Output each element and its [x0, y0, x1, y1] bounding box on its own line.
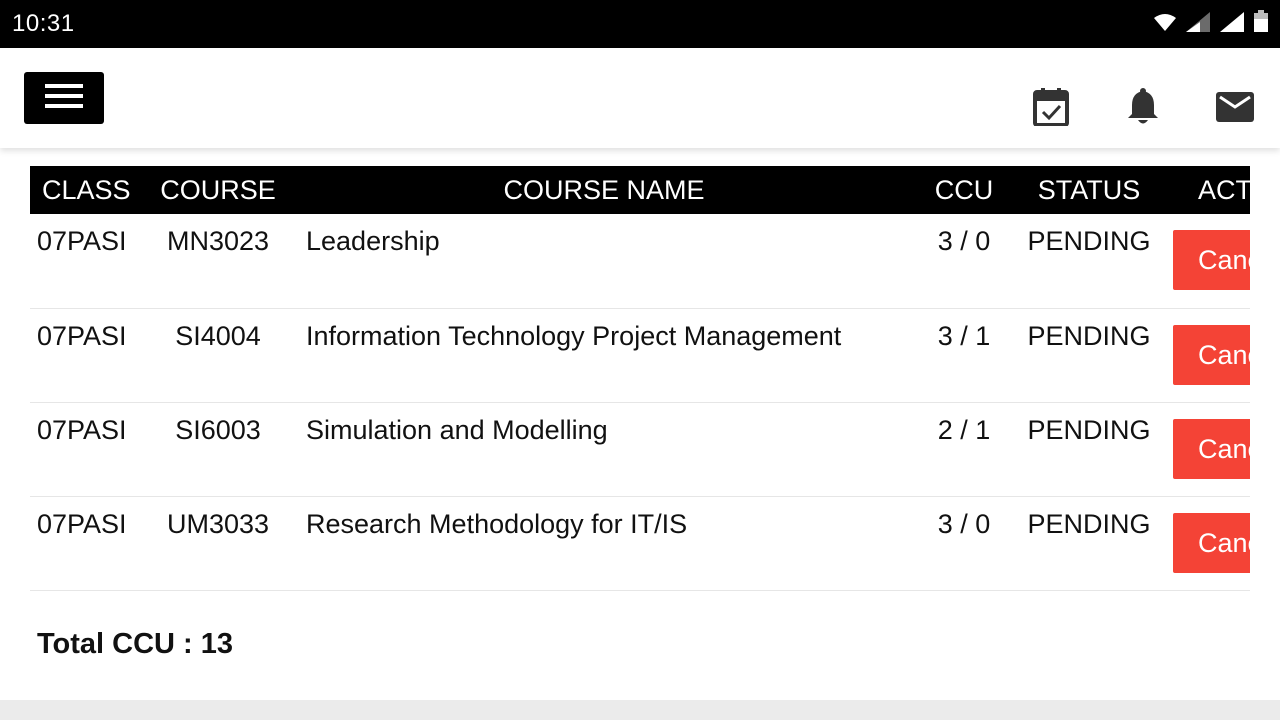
- header-course-name: COURSE NAME: [503, 174, 705, 205]
- status-cell: PENDING: [1027, 320, 1151, 351]
- header-course: COURSE: [160, 174, 276, 205]
- cancel-button[interactable]: Cancel: [1173, 418, 1250, 479]
- course-code-cell: SI4004: [175, 320, 261, 351]
- table-row: 07PASI MN3023 Leadership 3 / 0 PENDING C…: [30, 214, 1250, 309]
- mail-icon[interactable]: [1216, 86, 1254, 128]
- class-cell: 07PASI: [37, 320, 127, 351]
- signal-icon: [1186, 12, 1210, 32]
- table-header-row: CLASS COURSE COURSE NAME CCU STATUS ACTI…: [30, 166, 1250, 214]
- app-bar-actions: [1032, 86, 1254, 128]
- ccu-cell: 3 / 0: [937, 508, 991, 539]
- content-area: CLASS COURSE COURSE NAME CCU STATUS ACTI…: [0, 148, 1280, 700]
- course-name-cell: Leadership: [306, 226, 440, 256]
- course-code-cell: UM3033: [166, 508, 270, 539]
- ccu-cell: 2 / 1: [937, 414, 991, 445]
- signal-icon: [1220, 12, 1244, 32]
- course-name-cell: Research Methodology for IT/IS: [306, 508, 688, 539]
- table-row: 07PASI UM3033 Research Methodology for I…: [30, 496, 1250, 591]
- course-table-wrapper[interactable]: CLASS COURSE COURSE NAME CCU STATUS ACTI…: [30, 166, 1250, 591]
- total-ccu: Total CCU : 13: [37, 628, 234, 660]
- ccu-cell: 3 / 1: [937, 320, 991, 351]
- status-bar: 10:31: [0, 0, 1280, 48]
- wifi-icon: [1154, 14, 1176, 32]
- header-status: STATUS: [1037, 174, 1141, 205]
- status-cell: PENDING: [1027, 508, 1151, 539]
- header-ccu: CCU: [934, 174, 994, 205]
- status-cell: PENDING: [1027, 414, 1151, 445]
- menu-button[interactable]: [24, 72, 104, 124]
- cancel-button[interactable]: Cancel: [1173, 324, 1250, 385]
- header-class: CLASS: [42, 174, 131, 205]
- battery-icon: [1254, 10, 1268, 32]
- app-bar: [0, 48, 1280, 148]
- table-row: 07PASI SI4004 Information Technology Pro…: [30, 308, 1250, 403]
- course-table: CLASS COURSE COURSE NAME CCU STATUS ACTI…: [30, 166, 1250, 591]
- bell-icon[interactable]: [1124, 86, 1162, 128]
- table-row: 07PASI SI6003 Simulation and Modelling 2…: [30, 402, 1250, 497]
- cancel-button[interactable]: Cancel: [1173, 230, 1250, 290]
- course-name-cell: Information Technology Project Managemen…: [306, 320, 842, 351]
- class-cell: 07PASI: [37, 226, 127, 256]
- class-cell: 07PASI: [37, 508, 127, 539]
- ccu-cell: 3 / 0: [937, 226, 991, 256]
- calendar-check-icon[interactable]: [1032, 86, 1070, 128]
- status-icons: [1154, 10, 1268, 32]
- bottom-strip: [0, 700, 1280, 720]
- status-time: 10:31: [12, 10, 75, 37]
- cancel-button[interactable]: Cancel: [1173, 512, 1250, 573]
- menu-icon: [45, 83, 83, 114]
- course-code-cell: MN3023: [166, 226, 270, 256]
- status-cell: PENDING: [1027, 226, 1151, 256]
- class-cell: 07PASI: [37, 414, 127, 445]
- course-code-cell: SI6003: [175, 414, 261, 445]
- header-action: ACTION: [1198, 174, 1250, 205]
- course-name-cell: Simulation and Modelling: [306, 414, 608, 445]
